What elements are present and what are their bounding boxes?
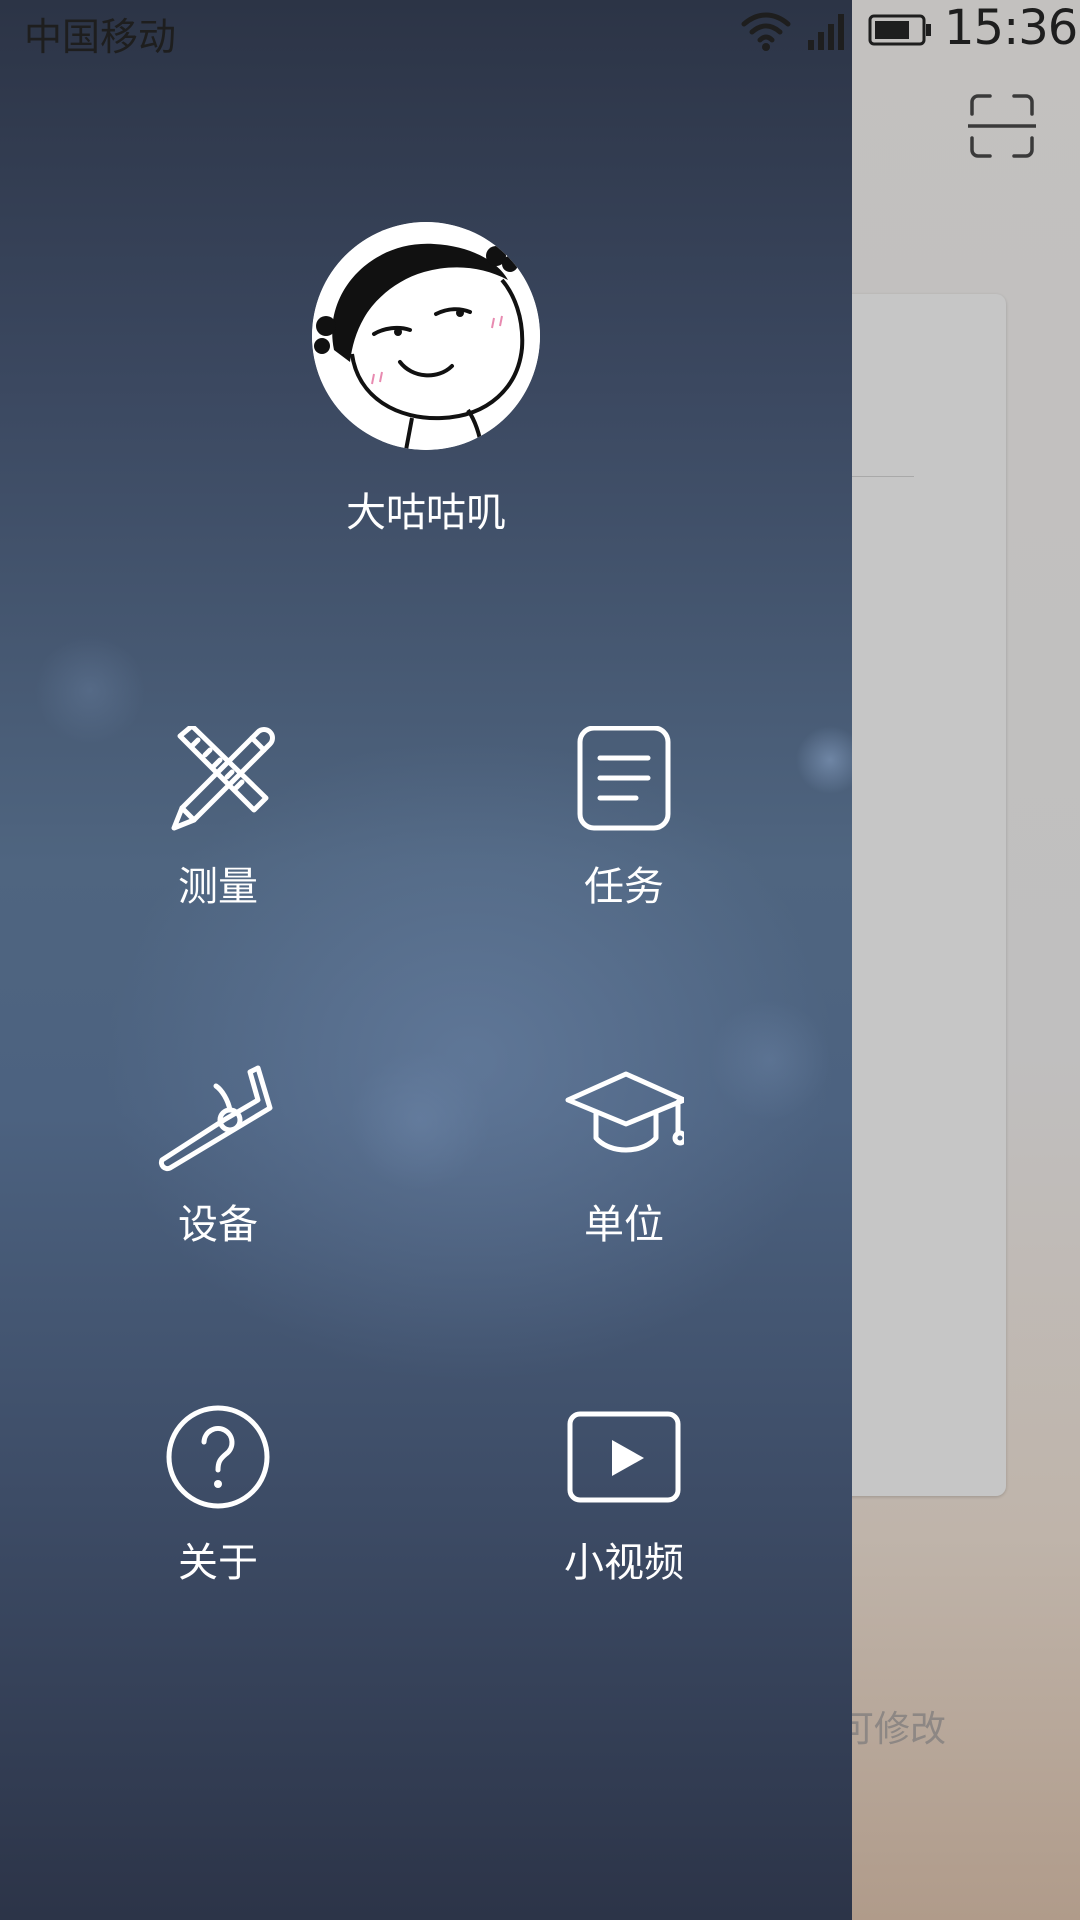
- battery-icon: [868, 14, 931, 46]
- menu-label-short-video: 小视频: [564, 1540, 684, 1586]
- video-play-icon: [564, 1402, 684, 1512]
- menu-item-about[interactable]: 关于: [68, 1402, 368, 1632]
- menu-item-devices[interactable]: 设备: [68, 1064, 368, 1294]
- menu-item-measure[interactable]: 测量: [68, 723, 368, 956]
- graduation-cap-icon: [564, 1064, 688, 1174]
- ruler-pencil-icon: [158, 723, 278, 836]
- device-icon: [158, 1064, 278, 1174]
- scan-icon: [966, 94, 1038, 158]
- menu-label-devices: 设备: [178, 1202, 258, 1248]
- question-icon: [158, 1402, 278, 1512]
- menu-label-about: 关于: [178, 1540, 258, 1586]
- menu-item-organization[interactable]: 单位: [474, 1064, 774, 1294]
- wifi-icon: [741, 12, 791, 51]
- menu-item-short-video[interactable]: 小视频: [474, 1402, 774, 1632]
- navigation-drawer: 大咕咕叽 测量 任务 设备 单位 关于 小视频: [0, 0, 852, 1920]
- avatar-cartoon-icon: [312, 222, 540, 450]
- clock: 15:36: [944, 0, 1078, 56]
- menu-label-organization: 单位: [584, 1202, 664, 1248]
- scan-button[interactable]: [966, 92, 1038, 160]
- avatar[interactable]: [312, 222, 540, 450]
- menu-label-tasks: 任务: [584, 864, 664, 910]
- carrier-name: 中国移动: [24, 15, 177, 59]
- cellular-signal-icon: [808, 14, 844, 50]
- username: 大咕咕叽: [346, 490, 506, 536]
- task-list-icon: [564, 725, 684, 836]
- status-bar: 中国移动 15:36: [0, 0, 1080, 62]
- background-hint-text: 可修改: [838, 1709, 947, 1750]
- menu-label-measure: 测量: [178, 864, 258, 910]
- menu-item-tasks[interactable]: 任务: [474, 725, 774, 956]
